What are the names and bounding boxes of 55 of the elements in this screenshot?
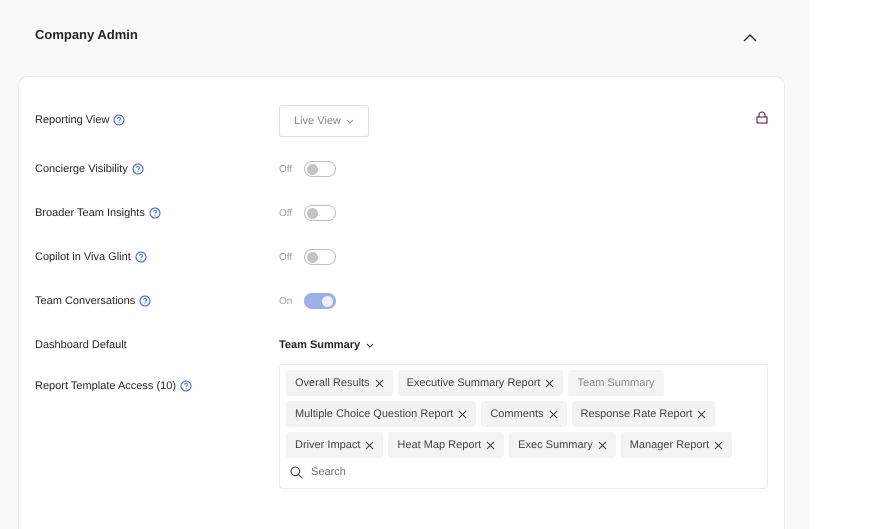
collapse-button[interactable] (743, 34, 757, 42)
tag-label: Executive Summary Report (406, 377, 540, 389)
toggle-switch[interactable] (304, 249, 336, 265)
chevron-down-icon (346, 118, 354, 124)
setting-label: Report Template Access (10) (35, 380, 176, 392)
toggle-switch[interactable] (304, 205, 336, 221)
chevron-down-icon (366, 342, 374, 348)
setting-label: Dashboard Default (35, 339, 127, 351)
remove-tag-button[interactable] (458, 410, 468, 418)
remove-tag-button[interactable] (374, 378, 384, 388)
setting-label: Broader Team Insights (35, 207, 145, 219)
close-icon (486, 440, 496, 450)
tag-label: Comments (490, 408, 544, 420)
help-icon[interactable] (134, 251, 147, 263)
tag-label: Manager Report (630, 439, 710, 451)
remove-tag-button[interactable] (697, 410, 706, 418)
remove-tag-button[interactable] (548, 410, 558, 418)
toggle-state: Off (279, 164, 294, 174)
tag-label: Heat Map Report (397, 439, 482, 451)
close-icon (598, 440, 607, 450)
close-icon (458, 410, 468, 418)
setting-label: Team Conversations (35, 295, 136, 307)
search-icon (290, 466, 303, 478)
close-icon (714, 440, 724, 450)
toggle-state: On (279, 296, 294, 306)
close-icon (374, 378, 384, 388)
toggle-state: Off (279, 208, 294, 218)
remove-tag-button[interactable] (598, 440, 607, 450)
help-icon[interactable] (180, 380, 192, 392)
tag-label: Team Summary (577, 377, 654, 389)
setting-label: Copilot in Viva Glint (35, 251, 131, 263)
close-icon (365, 440, 374, 450)
tag-label: Multiple Choice Question Report (295, 408, 454, 420)
toggle-switch[interactable] (304, 293, 336, 309)
tag-label: Response Rate Report (580, 408, 692, 420)
section-title: Company Admin (35, 27, 138, 42)
remove-tag-button[interactable] (486, 440, 496, 450)
toggle-state: Off (279, 252, 294, 262)
remove-tag-button[interactable] (545, 378, 554, 388)
remove-tag-button[interactable] (365, 440, 374, 450)
help-icon[interactable] (148, 207, 161, 219)
close-icon (697, 410, 706, 418)
help-icon[interactable] (132, 163, 144, 175)
close-icon (548, 410, 558, 418)
remove-tag-button[interactable] (714, 440, 724, 450)
help-icon[interactable] (139, 295, 152, 307)
toggle-switch[interactable] (304, 161, 336, 177)
help-icon[interactable] (113, 114, 126, 126)
tag-label: Overall Results (295, 377, 370, 389)
setting-label: Reporting View (35, 114, 110, 126)
close-icon (545, 378, 554, 388)
setting-label: Concierge Visibility (35, 163, 128, 175)
tag-label: Driver Impact (295, 439, 360, 451)
tag-label: Exec Summary (518, 439, 593, 451)
dashboard-select[interactable]: Team Summary (279, 339, 374, 351)
